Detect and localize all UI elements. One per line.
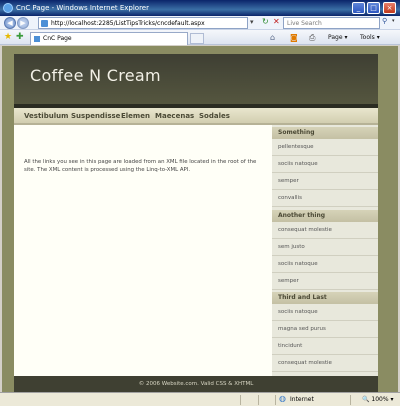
back-button[interactable]: ◀: [4, 17, 16, 29]
sidebar-link[interactable]: consequat molestie: [272, 355, 378, 372]
stop-icon[interactable]: ✕: [273, 17, 280, 26]
site-title: Coffee N Cream: [30, 66, 161, 85]
status-bar: ◍ Internet 🔍 100% ▾: [0, 392, 400, 406]
feeds-icon[interactable]: ◙: [290, 32, 298, 43]
status-divider: [350, 395, 351, 405]
site-nav: Vestibulum Suspendisse Elemen Maecenas S…: [14, 108, 378, 125]
close-button[interactable]: ×: [383, 2, 396, 14]
title-bar: CnC Page - Windows Internet Explorer _ □…: [0, 0, 400, 16]
nav-link-maecenas[interactable]: Maecenas: [155, 108, 194, 125]
maximize-button[interactable]: □: [367, 2, 380, 14]
page-menu[interactable]: Page ▾: [328, 32, 347, 43]
nav-link-vestibulum[interactable]: Vestibulum: [24, 108, 68, 125]
sidebar-link[interactable]: magna sed purus: [272, 321, 378, 338]
new-tab-button[interactable]: [190, 33, 204, 44]
forward-button[interactable]: ▶: [17, 17, 29, 29]
sidebar-link[interactable]: convallis: [272, 190, 378, 207]
globe-icon: ◍: [279, 394, 286, 403]
zoom-level[interactable]: 🔍 100% ▾: [362, 395, 393, 405]
minimize-button[interactable]: _: [352, 2, 365, 14]
sidebar-heading: Another thing: [272, 210, 378, 222]
status-divider: [240, 395, 241, 405]
security-zone: Internet: [290, 396, 314, 403]
address-dropdown-icon[interactable]: ▾: [250, 18, 254, 26]
tab-page-icon: [34, 36, 40, 42]
content-paragraph: All the links you see in this page are l…: [24, 159, 257, 173]
address-field[interactable]: http://localhost:2285/ListTipsTricks/cnc…: [38, 17, 248, 29]
tab-bar: ★ ✚ CnC Page ⌂ ◙ ⎙ Page ▾ Tools ▾: [0, 30, 400, 45]
site-footer: © 2006 Website.com. Valid CSS & XHTML: [14, 376, 378, 392]
add-favorite-icon[interactable]: ✚: [16, 32, 24, 42]
search-placeholder: Live Search: [287, 20, 322, 27]
page-icon: [41, 20, 48, 27]
sidebar-link[interactable]: semper: [272, 273, 378, 290]
search-icon[interactable]: ⚲: [382, 17, 387, 25]
ie-icon: [3, 3, 13, 13]
nav-link-elemen[interactable]: Elemen: [121, 108, 150, 125]
sidebar-link[interactable]: sociis natoque: [272, 156, 378, 173]
tab-current[interactable]: CnC Page: [30, 32, 188, 45]
sidebar-heading: Third and Last: [272, 292, 378, 304]
search-dropdown-icon[interactable]: ▾: [392, 18, 395, 24]
print-icon[interactable]: ⎙: [309, 32, 315, 43]
sidebar-link[interactable]: sem justo: [272, 239, 378, 256]
sidebar-link[interactable]: sociis natoque: [272, 304, 378, 321]
search-input[interactable]: Live Search: [283, 17, 380, 29]
sidebar: Something pellentesque sociis natoque se…: [272, 125, 378, 376]
nav-link-sodales[interactable]: Sodales: [199, 108, 230, 125]
tools-menu[interactable]: Tools ▾: [360, 32, 380, 43]
sidebar-link[interactable]: tincidunt: [272, 338, 378, 355]
address-bar: ◀ ▶ http://localhost:2285/ListTipsTricks…: [0, 16, 400, 30]
favorites-star-icon[interactable]: ★: [4, 32, 12, 42]
window-title: CnC Page - Windows Internet Explorer: [16, 4, 149, 12]
site-container: Coffee N Cream Vestibulum Suspendisse El…: [14, 54, 378, 392]
home-icon[interactable]: ⌂: [270, 32, 275, 43]
sidebar-link[interactable]: semper: [272, 173, 378, 190]
status-divider: [275, 395, 276, 405]
refresh-icon[interactable]: ↻: [262, 17, 269, 26]
sidebar-heading: Something: [272, 127, 378, 139]
site-header: Coffee N Cream: [14, 54, 378, 104]
nav-link-suspendisse[interactable]: Suspendisse: [71, 108, 120, 125]
tab-title: CnC Page: [43, 35, 72, 42]
sidebar-link[interactable]: consequat molestie: [272, 222, 378, 239]
page-viewport: Coffee N Cream Vestibulum Suspendisse El…: [2, 46, 398, 392]
sidebar-link[interactable]: pellentesque: [272, 139, 378, 156]
sidebar-link[interactable]: sociis natoque: [272, 256, 378, 273]
main-content: All the links you see in this page are l…: [14, 125, 272, 376]
status-divider: [258, 395, 259, 405]
address-text: http://localhost:2285/ListTipsTricks/cnc…: [51, 20, 205, 27]
